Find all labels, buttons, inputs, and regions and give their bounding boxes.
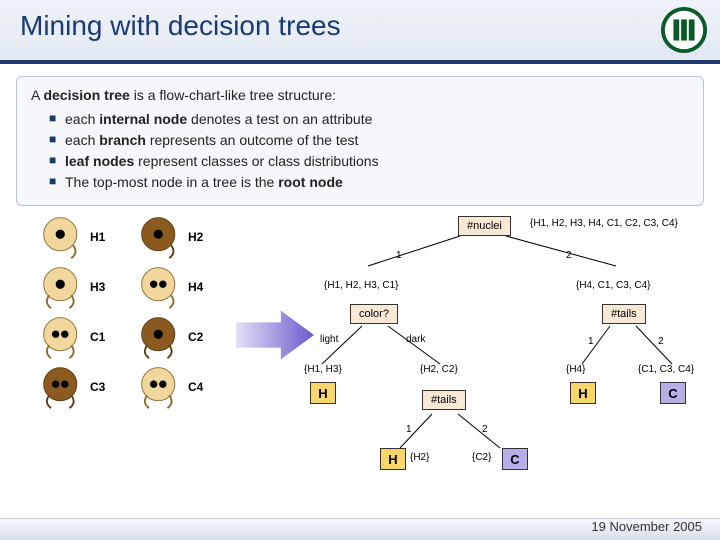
tree-edge-label: 1: [588, 336, 594, 347]
tree-edge-label: 1: [406, 424, 412, 435]
bullet-item: The top-most node in a tree is the root …: [49, 172, 689, 193]
cell-label: H1: [90, 230, 105, 244]
cell-c2-icon: [138, 314, 184, 360]
tree-set: {H2}: [410, 452, 429, 463]
tree-set: {H1, H3}: [304, 364, 342, 375]
cell-example: H1: [40, 214, 132, 260]
tree-edge-label: 1: [396, 250, 402, 261]
tree-set: {H2, C2}: [420, 364, 458, 375]
cell-example: H2: [138, 214, 230, 260]
university-logo: [660, 6, 708, 54]
tree-node-color: color?: [350, 304, 398, 324]
tree-set: {C1, C3, C4}: [638, 364, 694, 375]
cell-example: C1: [40, 314, 132, 360]
cell-c4-icon: [138, 364, 184, 410]
cell-label: C2: [188, 330, 203, 344]
tree-set: {C2}: [472, 452, 491, 463]
bullet-list: each internal node denotes a test on an …: [31, 109, 689, 193]
tree-leaf-h: H: [570, 382, 596, 404]
tree-node-tails: #tails: [422, 390, 466, 410]
tree-node-tails: #tails: [602, 304, 646, 324]
bullet-item: each branch represents an outcome of the…: [49, 130, 689, 151]
cell-label: H2: [188, 230, 203, 244]
cell-example: H4: [138, 264, 230, 310]
tree-leaf-h: H: [380, 448, 406, 470]
slide-title: Mining with decision trees: [20, 10, 700, 42]
decision-tree: #nuclei {H1, H2, H3, H4, C1, C2, C3, C4}…: [310, 214, 710, 504]
cell-example: C3: [40, 364, 132, 410]
intro-bold: decision tree: [43, 87, 129, 103]
intro-box: A decision tree is a flow-chart-like tre…: [16, 76, 704, 206]
tree-edge-label: dark: [406, 334, 425, 345]
cell-h3-icon: [40, 264, 86, 310]
diagram-area: H1 H2 H3 H4: [0, 214, 720, 514]
cell-h2-icon: [138, 214, 184, 260]
cell-example: C4: [138, 364, 230, 410]
cell-examples-grid: H1 H2 H3 H4: [40, 214, 230, 410]
slide-header: Mining with decision trees: [0, 0, 720, 64]
intro-suffix: is a flow-chart-like tree structure:: [130, 87, 336, 103]
bullet-item: leaf nodes represent classes or class di…: [49, 151, 689, 172]
tree-leaf-c: C: [660, 382, 686, 404]
tree-set: {H4, C1, C3, C4}: [576, 280, 650, 291]
tree-edge-label: light: [320, 334, 338, 345]
cell-example: C2: [138, 314, 230, 360]
tree-set: {H1, H2, H3, C1}: [324, 280, 398, 291]
tree-set: {H4}: [566, 364, 585, 375]
tree-edge-label: 2: [566, 250, 572, 261]
footer-date: 19 November 2005: [591, 519, 702, 534]
tree-edge-label: 2: [482, 424, 488, 435]
cell-label: C3: [90, 380, 105, 394]
transition-arrow-icon: [236, 310, 314, 360]
tree-edge-label: 2: [658, 336, 664, 347]
tree-leaf-c: C: [502, 448, 528, 470]
cell-c3-icon: [40, 364, 86, 410]
cell-label: H4: [188, 280, 203, 294]
cell-label: C4: [188, 380, 203, 394]
intro-prefix: A: [31, 87, 43, 103]
bullet-item: each internal node denotes a test on an …: [49, 109, 689, 130]
cell-example: H3: [40, 264, 132, 310]
cell-h4-icon: [138, 264, 184, 310]
tree-root-set: {H1, H2, H3, H4, C1, C2, C3, C4}: [530, 218, 678, 229]
cell-label: H3: [90, 280, 105, 294]
tree-leaf-h: H: [310, 382, 336, 404]
intro-text: A decision tree is a flow-chart-like tre…: [31, 87, 689, 103]
cell-c1-icon: [40, 314, 86, 360]
cell-h1-icon: [40, 214, 86, 260]
tree-node-nuclei: #nuclei: [458, 216, 511, 236]
cell-label: C1: [90, 330, 105, 344]
